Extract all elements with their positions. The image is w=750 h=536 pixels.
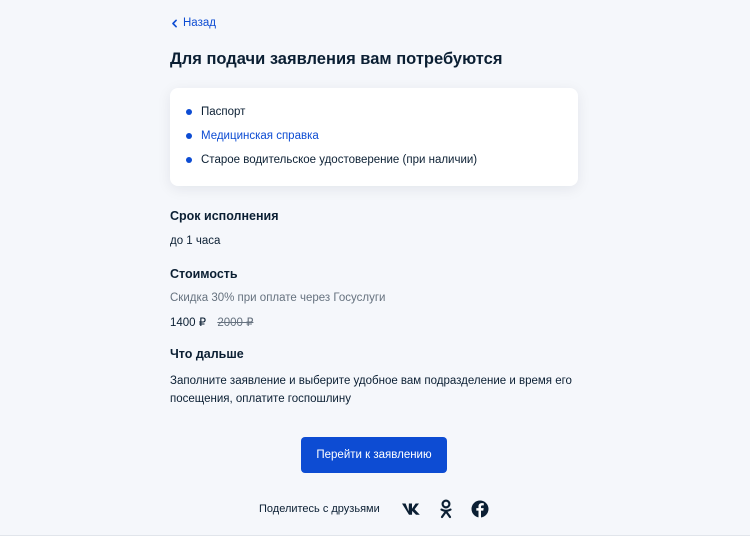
next-steps-text: Заполните заявление и выберите удобное в…: [170, 372, 572, 408]
back-link-label: Назад: [183, 17, 216, 29]
chevron-left-icon: [172, 19, 177, 27]
bullet-icon: [186, 133, 192, 139]
document-item-medical-certificate[interactable]: Медицинская справка: [186, 130, 319, 142]
next-steps-line: посещения, оплатите госпошлину: [170, 393, 351, 405]
share-block: Поделитесь с друзьями: [259, 498, 492, 520]
discount-note: Скидка 30% при оплате через Госуслуги: [170, 292, 386, 304]
document-link-label[interactable]: Медицинская справка: [201, 130, 319, 142]
odnoklassniki-icon[interactable]: [434, 498, 458, 520]
document-label: Паспорт: [201, 106, 246, 118]
current-price: 1400 ₽: [170, 317, 207, 329]
bullet-icon: [186, 157, 192, 163]
vk-icon[interactable]: [400, 498, 424, 520]
document-item-passport: Паспорт: [186, 106, 245, 118]
deadline-value: до 1 часа: [170, 235, 221, 247]
deadline-title: Срок исполнения: [170, 209, 279, 223]
document-item-old-license: Старое водительское удостоверение (при н…: [186, 154, 477, 166]
old-price: 2000 ₽: [217, 317, 254, 329]
bullet-icon: [186, 109, 192, 115]
back-link[interactable]: Назад: [170, 17, 216, 29]
page-title: Для подачи заявления вам потребуются: [170, 50, 503, 68]
go-to-application-button[interactable]: Перейти к заявлению: [301, 437, 447, 473]
share-label: Поделитесь с друзьями: [259, 503, 380, 515]
price-row: 1400 ₽ 2000 ₽: [170, 315, 253, 329]
cost-title: Стоимость: [170, 267, 238, 281]
document-label: Старое водительское удостоверение (при н…: [201, 154, 478, 166]
facebook-icon[interactable]: [468, 498, 492, 520]
documents-card: Паспорт Медицинская справка Старое водит…: [170, 88, 578, 186]
next-steps-line: Заполните заявление и выберите удобное в…: [170, 375, 572, 387]
next-steps-title: Что дальше: [170, 347, 244, 361]
